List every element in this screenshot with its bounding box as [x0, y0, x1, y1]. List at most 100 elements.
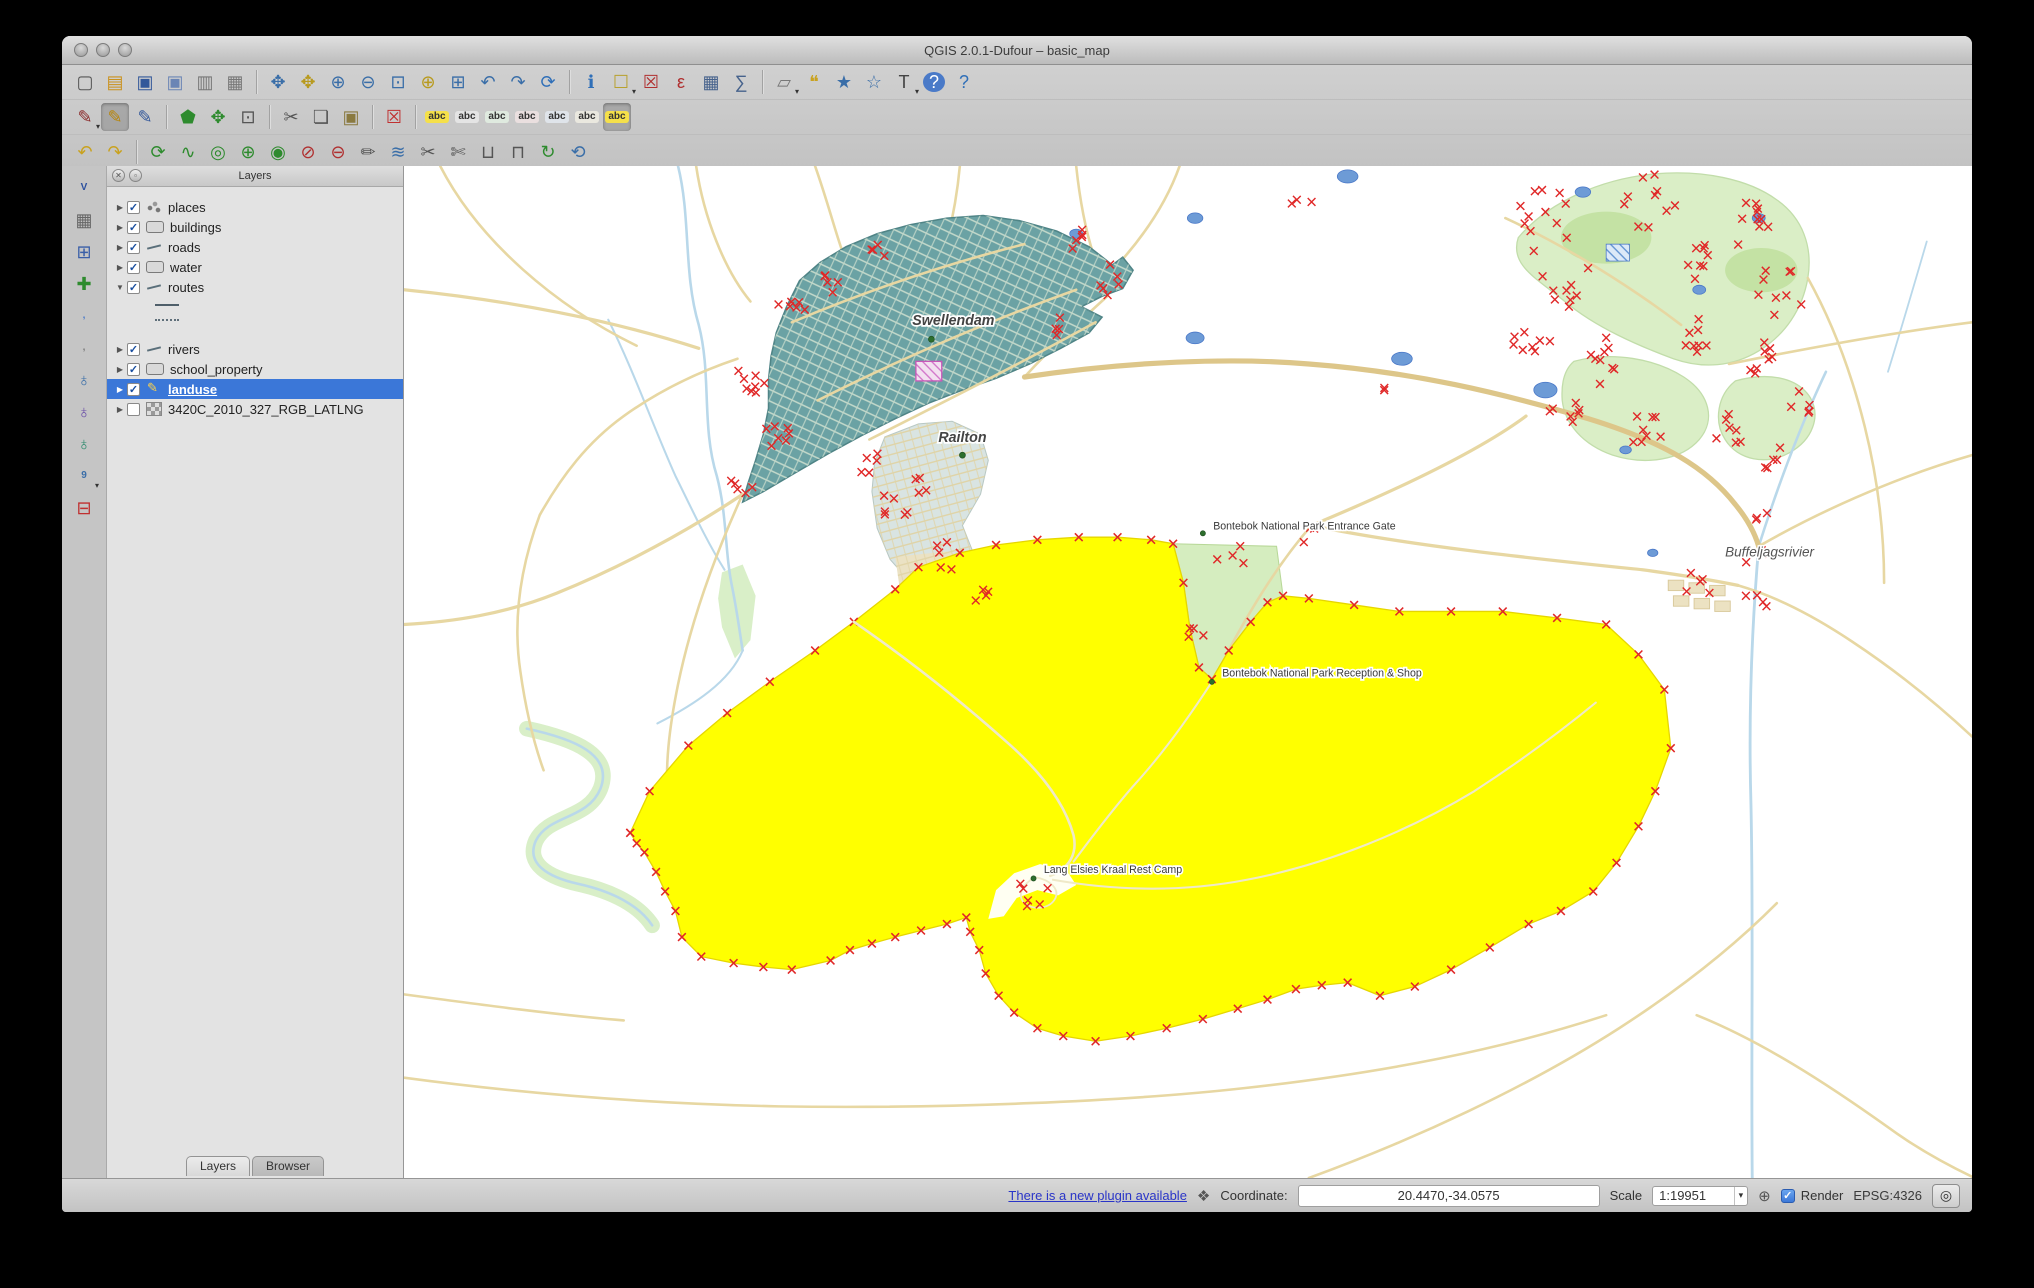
add-wcs-layer-icon[interactable]: ♁	[70, 398, 98, 426]
panel-tab-layers[interactable]: Layers	[185, 1156, 250, 1176]
minimize-button[interactable]	[96, 43, 110, 57]
zoom-out-icon[interactable]: ⊖	[354, 68, 382, 96]
layer-item-buildings[interactable]: ▶ ✓ buildings	[107, 217, 403, 237]
add-feature-icon[interactable]: ⬟	[174, 103, 202, 131]
change-label-icon[interactable]: abc	[603, 103, 631, 131]
merge-attributes-icon[interactable]: ⊓	[504, 138, 532, 166]
title-bar[interactable]: QGIS 2.0.1-Dufour – basic_map	[62, 36, 1972, 65]
expander-icon[interactable]: ▶	[113, 263, 127, 272]
layer-item-water[interactable]: ▶ ✓ water	[107, 257, 403, 277]
add-ring-icon[interactable]: ◎	[204, 138, 232, 166]
layer-visibility-checkbox[interactable]: ✓	[127, 382, 140, 396]
toggle-editing-icon[interactable]: ✎	[101, 103, 129, 131]
dropdown-caret-icon[interactable]: ▾	[795, 87, 799, 96]
split-features-icon[interactable]: ✂	[414, 138, 442, 166]
crs-button[interactable]: ◎	[1932, 1183, 1960, 1208]
layer-visibility-checkbox[interactable]: ✓	[127, 280, 140, 294]
panel-undock-button[interactable]: ▫	[129, 169, 142, 182]
highlight-pinned-labels-icon[interactable]: abc	[513, 103, 541, 131]
layer-item-rivers[interactable]: ▶ ✓ rivers	[107, 339, 403, 359]
add-postgis-layer-icon[interactable]: ⊞	[70, 238, 98, 266]
redraw-icon[interactable]: ⟲	[564, 138, 592, 166]
pan-map-icon[interactable]: ✥	[264, 68, 292, 96]
add-part-icon[interactable]: ⊕	[234, 138, 262, 166]
simplify-feature-icon[interactable]: ∿	[174, 138, 202, 166]
expander-icon[interactable]: ▶	[113, 405, 127, 414]
select-by-expression-icon[interactable]: ε	[667, 68, 695, 96]
expander-icon[interactable]: ▶	[113, 345, 127, 354]
zoom-to-selection-icon[interactable]: ⊕	[414, 68, 442, 96]
copy-features-icon[interactable]: ❏	[307, 103, 335, 131]
scale-extent-icon[interactable]: ⊕	[1758, 1187, 1771, 1205]
layer-item-routes[interactable]: ▼ ✓ routes	[107, 277, 403, 297]
pin-labels-icon[interactable]: abc	[483, 103, 511, 131]
layer-visibility-checkbox[interactable]: ✓	[127, 200, 140, 214]
zoom-last-icon[interactable]: ↶	[474, 68, 502, 96]
chevron-down-icon[interactable]: ▾	[1733, 1186, 1748, 1205]
layer-item-roads[interactable]: ▶ ✓ roads	[107, 237, 403, 257]
expander-icon[interactable]: ▶	[113, 365, 127, 374]
zoom-button[interactable]	[118, 43, 132, 57]
landuse-polygon[interactable]	[630, 537, 1671, 1041]
cut-features-icon[interactable]: ✂	[277, 103, 305, 131]
layer-visibility-checkbox[interactable]: ✓	[127, 342, 140, 356]
expander-icon[interactable]: ▶	[113, 385, 127, 394]
layer-item-school_property[interactable]: ▶ ✓ school_property	[107, 359, 403, 379]
save-project-as-icon[interactable]: ▣	[161, 68, 189, 96]
move-feature-icon[interactable]: ✥	[204, 103, 232, 131]
layer-item-3420C_2010_327_RGB_LATLNG[interactable]: ▶ 3420C_2010_327_RGB_LATLNG	[107, 399, 403, 419]
label-options-icon[interactable]: abc	[453, 103, 481, 131]
fill-ring-icon[interactable]: ◉	[264, 138, 292, 166]
add-vector-layer-icon[interactable]: V	[70, 174, 98, 202]
refresh-map-icon[interactable]: ⟳	[534, 68, 562, 96]
zoom-in-icon[interactable]: ⊕	[324, 68, 352, 96]
zoom-full-icon[interactable]: ⊡	[384, 68, 412, 96]
move-label-icon[interactable]: abc	[543, 103, 571, 131]
open-project-icon[interactable]: ▤	[101, 68, 129, 96]
composer-manager-icon[interactable]: ▦	[221, 68, 249, 96]
add-wfs-layer-icon[interactable]: ♁	[70, 430, 98, 458]
merge-features-icon[interactable]: ⊔	[474, 138, 502, 166]
layer-visibility-checkbox[interactable]: ✓	[127, 220, 140, 234]
remove-layer-icon[interactable]: ⊟	[70, 494, 98, 522]
pan-to-selection-icon[interactable]: ✥	[294, 68, 322, 96]
whats-this-icon[interactable]: ?	[950, 68, 978, 96]
expander-icon[interactable]: ▶	[113, 243, 127, 252]
save-project-icon[interactable]: ▣	[131, 68, 159, 96]
rotate-feature-icon[interactable]: ⟳	[144, 138, 172, 166]
help-icon[interactable]: ?	[920, 68, 948, 96]
add-spatialite-layer-icon[interactable]: ,	[70, 302, 98, 330]
current-edits-icon[interactable]: ✎ ▾	[71, 103, 100, 131]
delete-selected-icon[interactable]: ☒	[380, 103, 408, 131]
dropdown-caret-icon[interactable]: ▾	[96, 122, 100, 131]
field-calculator-icon[interactable]: ∑	[727, 68, 755, 96]
layer-visibility-checkbox[interactable]: ✓	[127, 240, 140, 254]
layer-visibility-checkbox[interactable]: ✓	[127, 362, 140, 376]
new-print-composer-icon[interactable]: ▥	[191, 68, 219, 96]
reshape-features-icon[interactable]: ✏	[354, 138, 382, 166]
layer-visibility-checkbox[interactable]	[127, 402, 140, 416]
save-layer-edits-icon[interactable]: ✎	[131, 103, 159, 131]
layer-visibility-checkbox[interactable]: ✓	[127, 260, 140, 274]
rotate-point-symbols-icon[interactable]: ↻	[534, 138, 562, 166]
add-wms-layer-icon[interactable]: ♁	[70, 366, 98, 394]
zoom-to-layer-icon[interactable]: ⊞	[444, 68, 472, 96]
expander-icon[interactable]: ▶	[113, 223, 127, 232]
paste-features-icon[interactable]: ▣	[337, 103, 365, 131]
undo-icon[interactable]: ↶	[71, 138, 99, 166]
map-canvas[interactable]: Swellendam Railton Bontebok National Par…	[404, 166, 1972, 1178]
zoom-next-icon[interactable]: ↷	[504, 68, 532, 96]
render-checkbox[interactable]: ✓	[1780, 1188, 1795, 1203]
expander-icon[interactable]: ▼	[113, 283, 127, 292]
measure-icon[interactable]: ▱ ▾	[770, 68, 799, 96]
dropdown-caret-icon[interactable]: ▾	[95, 481, 99, 490]
add-gps-layer-icon[interactable]: 9 ▾	[70, 462, 99, 491]
dropdown-caret-icon[interactable]: ▾	[915, 87, 919, 96]
text-annotation-icon[interactable]: T ▾	[890, 68, 920, 96]
add-delimited-text-layer-icon[interactable]: ,	[70, 334, 98, 362]
open-attribute-table-icon[interactable]: ▦	[697, 68, 725, 96]
panel-close-button[interactable]: ✕	[112, 169, 125, 182]
rotate-label-icon[interactable]: abc	[573, 103, 601, 131]
split-parts-icon[interactable]: ✄	[444, 138, 472, 166]
close-button[interactable]	[74, 43, 88, 57]
